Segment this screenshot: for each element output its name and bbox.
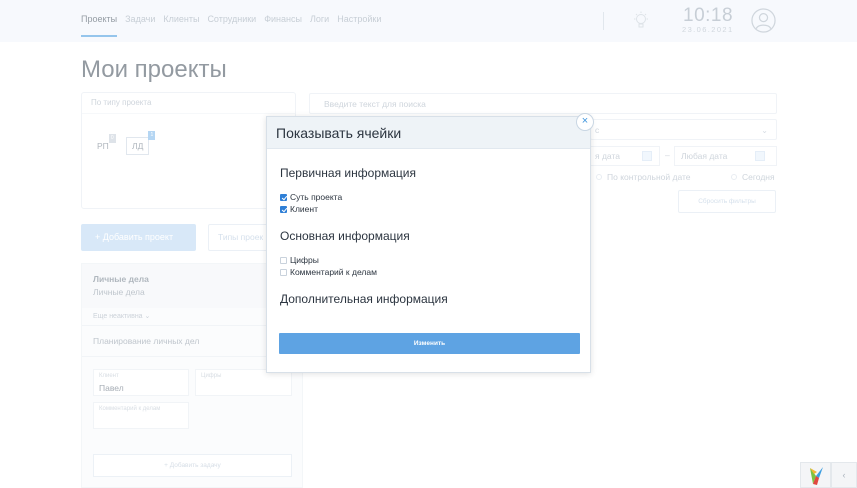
close-icon[interactable]: × [576, 113, 594, 131]
checkbox-unchecked-icon [280, 256, 287, 264]
checkbox-client-label: Клиент [290, 204, 318, 214]
yii-logo-icon [810, 467, 823, 485]
show-cells-modal: Показывать ячейки × Первичная информация… [266, 113, 594, 373]
checkbox-project-essence-label: Суть проекта [290, 192, 343, 202]
checkbox-unchecked-icon [280, 268, 287, 276]
section-additional-title: Дополнительная информация [280, 292, 448, 306]
checkbox-numbers[interactable]: Цифры [280, 255, 319, 265]
checkbox-project-essence[interactable]: Суть проекта [280, 192, 342, 202]
apply-button[interactable]: Изменить [279, 333, 580, 354]
section-main-title: Основная информация [280, 229, 410, 243]
checkbox-comment-label: Комментарий к делам [290, 267, 377, 277]
modal-header: Показывать ячейки [267, 117, 590, 149]
checkbox-client[interactable]: Клиент [280, 204, 318, 214]
checkbox-checked-icon [280, 205, 287, 213]
yii-debug-toolbar[interactable] [800, 462, 831, 488]
checkbox-checked-icon [280, 193, 287, 201]
checkbox-numbers-label: Цифры [290, 255, 319, 265]
toolbar-collapse-button[interactable]: ‹ [831, 462, 857, 488]
modal-title: Показывать ячейки [276, 125, 402, 141]
section-primary-title: Первичная информация [280, 166, 416, 180]
checkbox-comment[interactable]: Комментарий к делам [280, 267, 377, 277]
